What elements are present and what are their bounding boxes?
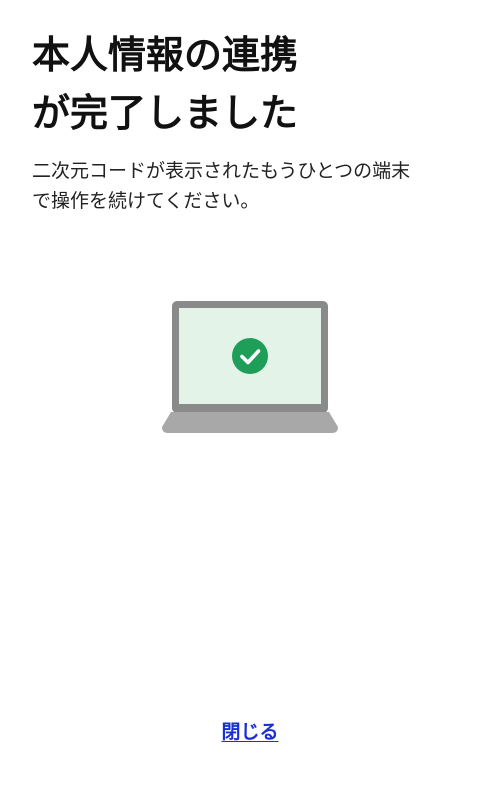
instruction-line-1: 二次元コードが表示されたもうひとつの端末 [32, 160, 411, 182]
instruction-line-2: で操作を続けてください。 [32, 190, 260, 212]
page-title-line-1: 本人情報の連携 [32, 33, 299, 77]
laptop-check-icon [162, 301, 338, 433]
instruction-text: 二次元コードが表示されたもうひとつの端末 で操作を続けてください。 [32, 156, 472, 216]
check-circle-icon [232, 338, 268, 374]
close-link[interactable]: 閉じる [221, 721, 278, 743]
page-title: 本人情報の連携 が完了しました [32, 26, 472, 142]
laptop-base [162, 412, 338, 433]
page-title-line-2: が完了しました [32, 91, 299, 135]
close-link-container: 閉じる [0, 718, 500, 746]
